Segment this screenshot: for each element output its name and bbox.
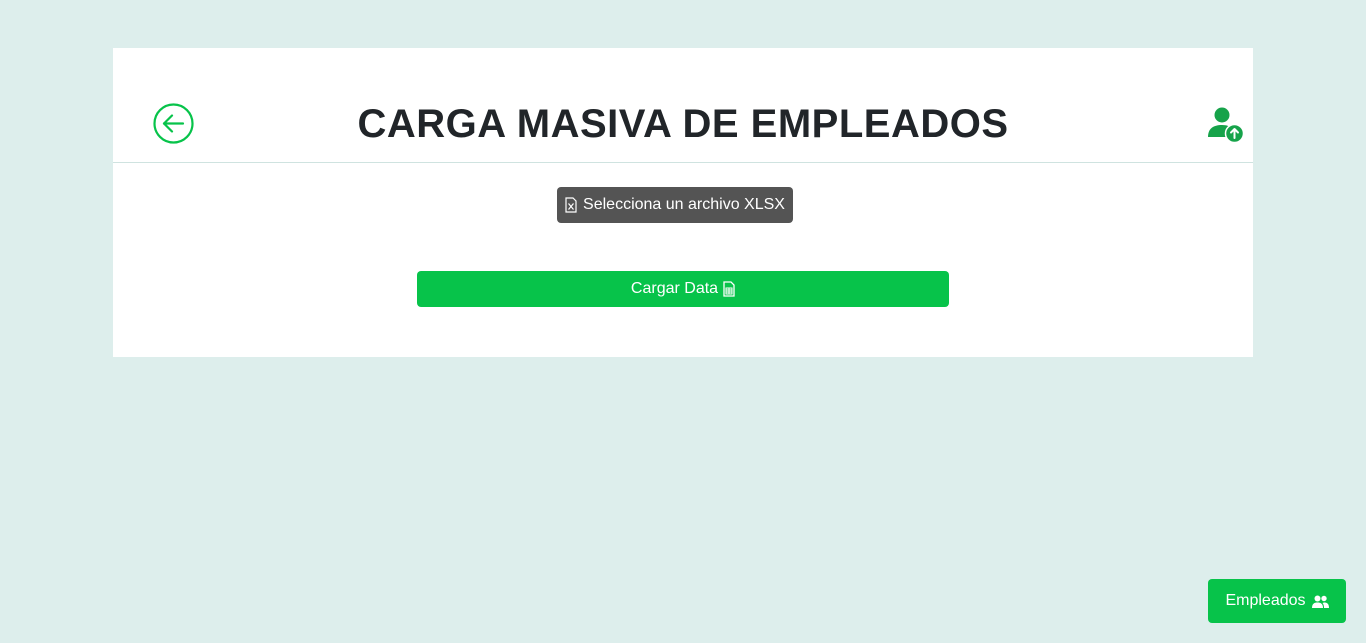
employees-label: Empleados <box>1225 592 1306 609</box>
user-upload-icon <box>1208 107 1245 144</box>
page-title: CARGA MASIVA DE EMPLEADOS <box>357 102 1009 146</box>
select-file-label: Selecciona un archivo XLSX <box>583 196 785 213</box>
select-xlsx-file-button[interactable]: Selecciona un archivo XLSX <box>557 187 793 223</box>
user-upload-button[interactable] <box>1207 107 1245 144</box>
card-header: CARGA MASIVA DE EMPLEADOS <box>113 48 1253 163</box>
upload-data-button[interactable]: Cargar Data <box>417 271 949 307</box>
file-spreadsheet-icon <box>723 281 735 297</box>
file-excel-icon <box>565 197 577 213</box>
people-icon <box>1311 595 1329 608</box>
upload-data-label: Cargar Data <box>630 280 719 297</box>
bulk-upload-card: CARGA MASIVA DE EMPLEADOS Selecciona un … <box>113 48 1253 357</box>
employees-button[interactable]: Empleados <box>1208 579 1346 623</box>
